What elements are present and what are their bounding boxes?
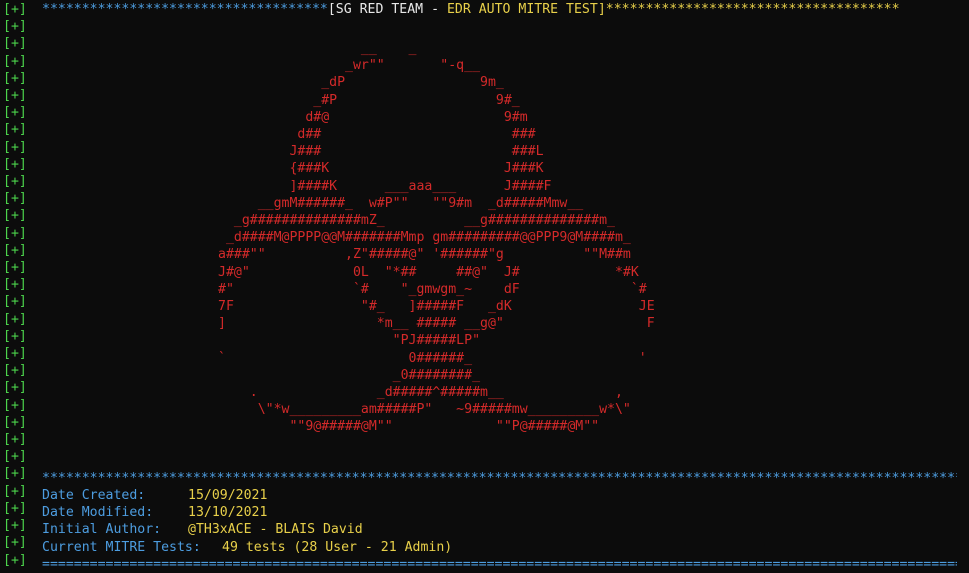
date-modified-row: Date Modified: 13/10/2021	[42, 504, 452, 521]
mitre-tests-label: Current MITRE Tests:	[42, 539, 201, 555]
info-block: Date Created: 15/09/2021 Date Modified: …	[42, 487, 452, 556]
ascii-art-line: "PJ#####LP"	[218, 333, 481, 349]
prompt-marker: [+]	[3, 466, 27, 482]
ascii-art-line: _wr"" "-q__	[218, 58, 481, 74]
ascii-art-line: _0########_	[218, 367, 481, 383]
separator-equals: ========================================…	[42, 557, 957, 572]
ascii-art-line: ]####K ___aaa___ J####F	[218, 178, 552, 194]
ascii-art-line: __ _	[218, 41, 417, 56]
prompt-marker: [+]	[3, 105, 27, 121]
prompt-marker: [+]	[3, 19, 27, 35]
ascii-art-line: _dP 9m_	[218, 75, 504, 91]
mitre-tests-row: Current MITRE Tests: 49 tests (28 User -…	[42, 539, 452, 556]
prompt-marker: [+]	[3, 414, 27, 430]
date-modified-label: Date Modified:	[42, 505, 154, 521]
prompt-marker: [+]	[3, 174, 27, 190]
prompt-marker: [+]	[3, 535, 27, 551]
ascii-art-line: J### ###L	[218, 144, 544, 160]
ascii-art-line: _g##############mZ_ __g##############m_	[218, 213, 615, 229]
ascii-art-line: _d####M@PPPP@@M#######Mmp gm#########@@P…	[218, 230, 631, 246]
prompt-marker: [+]	[3, 70, 27, 86]
banner-close-bracket: ]	[597, 2, 606, 17]
prompt-marker: [+]	[3, 363, 27, 379]
prompt-marker: [+]	[3, 311, 27, 327]
banner-stars-left: ************************************	[42, 2, 328, 17]
prompt-marker: [+]	[3, 225, 27, 241]
banner-dash: -	[423, 2, 447, 17]
ascii-art-line: #" `# "_gmwgm_~ dF `#	[218, 281, 647, 297]
date-modified-value: 13/10/2021	[188, 505, 268, 521]
prompt-marker: [+]	[3, 122, 27, 138]
author-row: Initial Author: @TH3xACE - BLAIS David	[42, 521, 452, 538]
banner-line: ************************************[SG …	[42, 1, 900, 18]
ascii-art-line: \"*w_________am#####P" ~9#####mw________…	[218, 402, 631, 418]
prompt-marker: [+]	[3, 277, 27, 293]
date-created-row: Date Created: 15/09/2021	[42, 487, 452, 504]
prompt-marker: [+]	[3, 346, 27, 362]
ascii-art-line: {###K J###K	[218, 161, 544, 177]
ascii-art-line: 7F "#_ ]#####F _dK JE	[218, 299, 655, 315]
prompt-marker: [+]	[3, 88, 27, 104]
prompt-marker: [+]	[3, 53, 27, 69]
mitre-tests-value: 49 tests (28 User - 21 Admin)	[222, 539, 453, 555]
prompt-marker: [+]	[3, 208, 27, 224]
ascii-art-line: d#@ 9#m	[218, 109, 528, 125]
ascii-art-line: a###"" ,Z"#####@" '######"g ""M##m	[218, 247, 631, 263]
prompt-marker: [+]	[3, 328, 27, 344]
prompt-marker: [+]	[3, 260, 27, 276]
ascii-art-line: J#@" 0L "*## ##@" J# *#K	[218, 264, 639, 280]
prompt-marker: [+]	[3, 518, 27, 534]
prompt-marker: [+]	[3, 242, 27, 258]
author-value: @TH3xACE - BLAIS David	[188, 522, 363, 538]
prompt-marker: [+]	[3, 294, 27, 310]
separator-stars: ****************************************…	[42, 471, 957, 486]
prompt-marker: [+]	[3, 552, 27, 568]
prompt-marker: [+]	[3, 139, 27, 155]
prompt-marker: [+]	[3, 432, 27, 448]
ascii-art-line: . _d#####^#####m__ ,	[218, 385, 623, 401]
prompt-marker: [+]	[3, 449, 27, 465]
prompt-marker: [+]	[3, 397, 27, 413]
terminal-window[interactable]: [+] [+] [+] [+] [+] [+] [+] [+] [+] [+] [+] [+] [+][…	[0, 0, 969, 572]
banner-open-bracket: [	[327, 2, 336, 17]
banner-team-name: SG RED TEAM	[335, 2, 424, 17]
ascii-art-line: ] *m__ ##### __g@" F	[218, 316, 655, 332]
prompt-marker: [+]	[3, 2, 27, 17]
ascii-art-line: ""9@#####@M"" ""P@#####@M""	[218, 419, 600, 435]
banner-title: EDR AUTO MITRE TEST	[446, 2, 598, 17]
biohazard-ascii-art: __ _ _wr"" "-q__ _dP 9m_ _#P 9#_ d#@ 9#m…	[218, 40, 655, 436]
banner-stars-right: *************************************	[605, 2, 900, 17]
ascii-art-line: _#P 9#_	[218, 92, 520, 108]
prompt-marker: [+]	[3, 483, 27, 499]
prompt-marker: [+]	[3, 380, 27, 396]
prompt-marker: [+]	[3, 36, 27, 52]
prompt-markers-column: [+] [+] [+] [+] [+] [+] [+] [+] [+] [+] [+] [+] [+][…	[3, 1, 27, 569]
prompt-marker: [+]	[3, 191, 27, 207]
ascii-art-line: d## ###	[218, 127, 536, 143]
ascii-art-line: __gmM######_ w#P"" ""9#m _d#####Mmw__	[218, 195, 584, 211]
prompt-marker: [+]	[3, 500, 27, 516]
prompt-marker: [+]	[3, 156, 27, 172]
ascii-art-line: ` 0######_ '	[218, 350, 647, 366]
author-label: Initial Author:	[42, 522, 162, 538]
date-created-label: Date Created:	[42, 488, 146, 503]
date-created-value: 15/09/2021	[188, 488, 268, 503]
